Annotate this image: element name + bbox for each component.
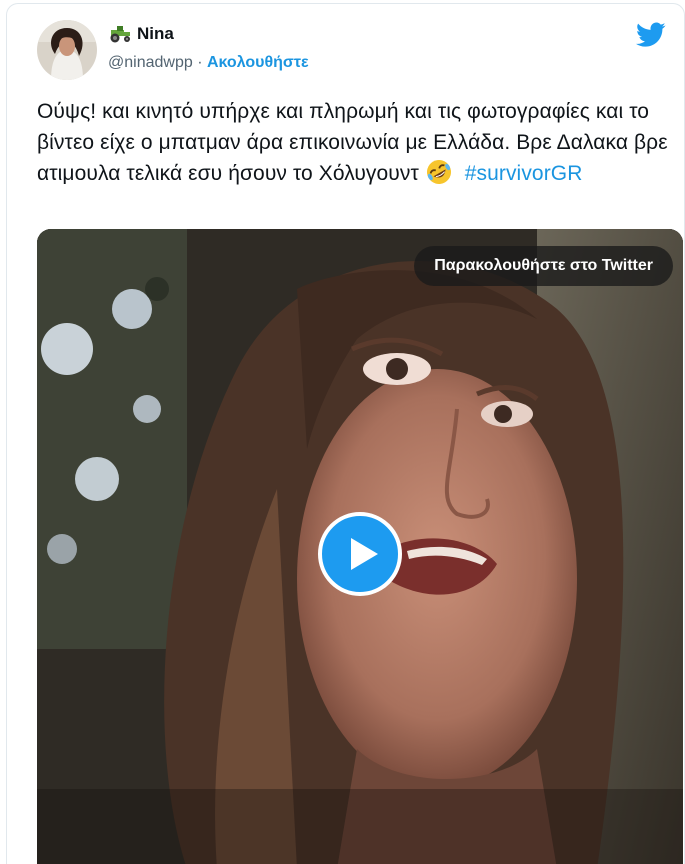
rolling-laughing-emoji-icon bbox=[426, 160, 451, 184]
watch-on-twitter-button[interactable]: Παρακολουθήστε στο Twitter bbox=[414, 246, 673, 286]
separator-dot: · bbox=[197, 54, 203, 71]
video-player[interactable]: Παρακολουθήστε στο Twitter bbox=[37, 229, 683, 864]
author-row: Nina bbox=[108, 24, 174, 44]
tweet-card: Nina @ninadwpp · Ακολουθήστε Ούψς! και κ… bbox=[6, 3, 685, 864]
author-handle[interactable]: @ninadwpp bbox=[108, 54, 193, 71]
avatar[interactable] bbox=[37, 20, 97, 80]
twitter-bird-icon[interactable] bbox=[636, 22, 666, 48]
handle-row: @ninadwpp · Ακολουθήστε bbox=[108, 54, 309, 72]
tweet-text: Ούψς! και κινητό υπήρχε και πληρωμή και … bbox=[37, 96, 677, 189]
play-icon bbox=[351, 538, 378, 570]
avatar-image bbox=[37, 20, 97, 80]
follow-link[interactable]: Ακολουθήστε bbox=[207, 54, 309, 71]
tractor-icon bbox=[110, 26, 130, 43]
author-name[interactable]: Nina bbox=[137, 24, 174, 44]
play-button[interactable] bbox=[318, 512, 402, 596]
hashtag-link[interactable]: #survivorGR bbox=[465, 162, 583, 185]
